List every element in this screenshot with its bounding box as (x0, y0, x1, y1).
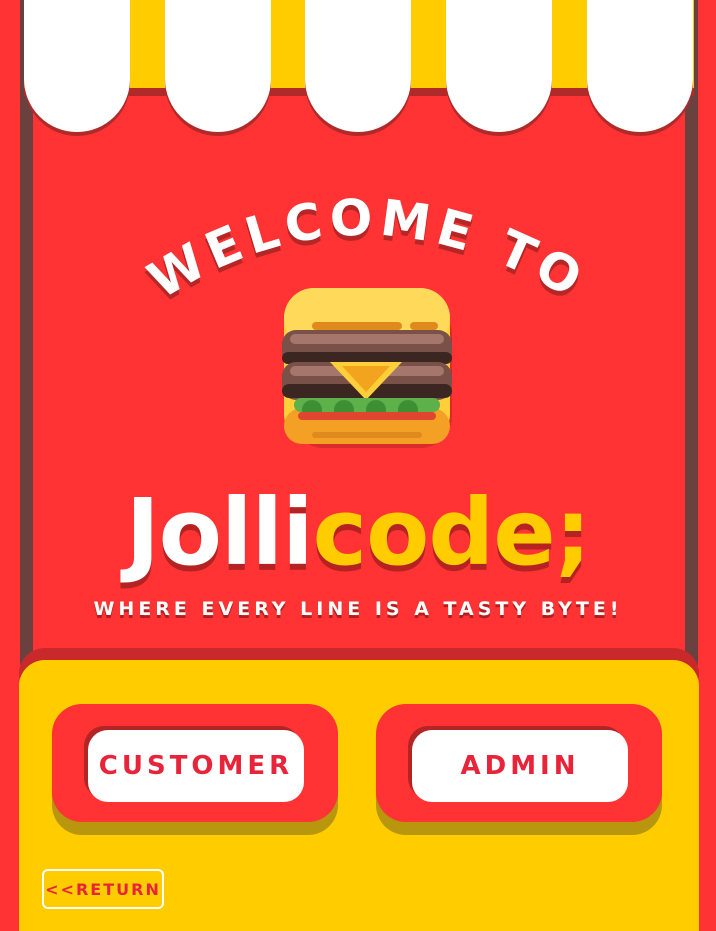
awning-scallop (587, 0, 693, 132)
awning-scallop (305, 0, 411, 132)
brand-title: Jollicode; (0, 478, 716, 588)
right-post (696, 0, 716, 931)
awning-scallop (165, 0, 271, 132)
awning-scallop (24, 0, 130, 132)
customer-button[interactable]: CUSTOMER (52, 704, 338, 822)
brand-name-part1: Jolli (125, 479, 314, 586)
customer-button-label[interactable]: CUSTOMER (88, 730, 304, 802)
admin-button[interactable]: ADMIN (376, 704, 662, 822)
awning-scallop (446, 0, 552, 132)
return-button[interactable]: <<RETURN (42, 869, 164, 909)
awning (24, 0, 694, 140)
tagline: WHERE EVERY LINE IS A TASTY BYTE! (93, 598, 623, 620)
admin-button-label[interactable]: ADMIN (412, 730, 628, 802)
left-post (0, 0, 20, 931)
burger-icon (282, 288, 452, 448)
brand-name-part2: code; (312, 479, 592, 586)
